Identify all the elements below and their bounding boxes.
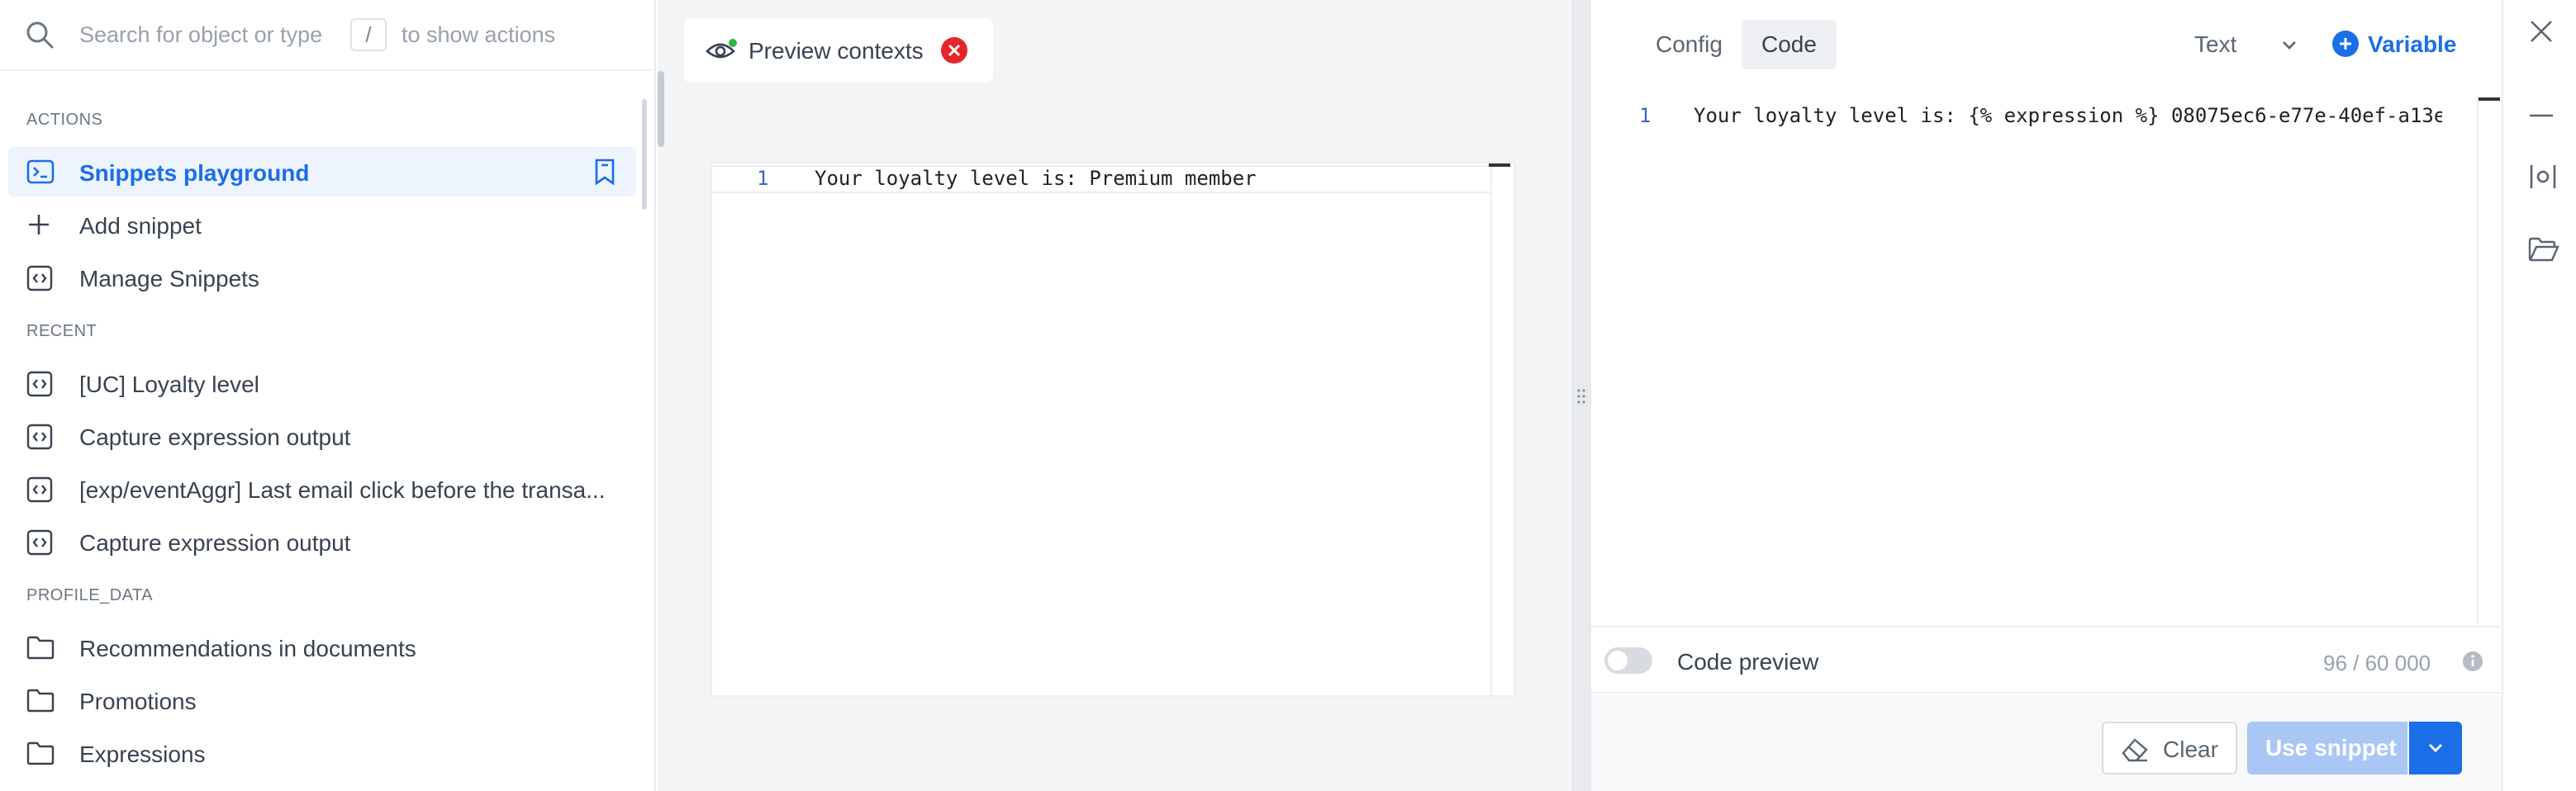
output-type-select[interactable]: Text — [2194, 31, 2296, 58]
folder-icon — [26, 688, 55, 713]
tab-config[interactable]: Config — [1636, 20, 1742, 69]
clear-contexts-icon[interactable] — [940, 36, 968, 64]
panel-resize-handle[interactable] — [1571, 0, 1591, 791]
info-icon[interactable] — [2462, 651, 2483, 672]
tab-code[interactable]: Code — [1742, 20, 1837, 69]
sidebar-item-label: Add snippet — [79, 213, 202, 239]
sidebar-scrollbar[interactable] — [642, 99, 647, 210]
code-preview-toggle[interactable] — [1604, 647, 1652, 674]
recent-item[interactable]: [exp/eventAggr] Last email click before … — [8, 464, 636, 514]
drag-handle-icon — [1577, 388, 1585, 405]
line-number: 1 — [757, 167, 769, 190]
editor-footer: Clear Use snippet — [1591, 695, 2502, 791]
recent-item[interactable]: Capture expression output — [8, 517, 636, 566]
clear-button[interactable]: Clear — [2102, 722, 2237, 774]
plus-circle-icon — [2331, 30, 2360, 58]
sidebar-item-manage-snippets[interactable]: Manage Snippets — [8, 253, 636, 302]
folder-item-label: Recommendations in documents — [79, 636, 416, 661]
section-label-recent: RECENT — [26, 322, 97, 340]
toggle-knob — [1608, 651, 1628, 670]
folder-item-label: Promotions — [79, 689, 197, 714]
recent-item-label: [UC] Loyalty level — [79, 372, 259, 397]
minimize-icon[interactable] — [2528, 102, 2555, 129]
use-snippet-label: Use snippet — [2265, 735, 2397, 760]
sidebar-item-label: Manage Snippets — [79, 266, 259, 291]
chevron-down-icon — [2280, 33, 2298, 56]
code-icon — [26, 529, 53, 556]
preview-output-editor[interactable]: 1 Your loyalty level is: Premium member — [711, 162, 1515, 697]
character-count: 96 / 60 000 — [2323, 651, 2431, 675]
recent-item-label: Capture expression output — [79, 424, 351, 450]
sidebar-item-label: Snippets playground — [79, 160, 310, 186]
code-icon — [26, 371, 53, 397]
window-toolbar — [2502, 0, 2576, 791]
sidebar-item-add-snippet[interactable]: Add snippet — [8, 200, 636, 249]
recent-item-label: Capture expression output — [79, 530, 351, 556]
eraser-icon — [2120, 737, 2150, 763]
close-icon[interactable] — [2528, 18, 2555, 45]
sidebar-item-snippets-playground[interactable]: Snippets playground — [8, 147, 636, 197]
section-label-profile-data: PROFILE_DATA — [26, 586, 154, 604]
scrollbar-cursor-marker — [1489, 163, 1510, 167]
preview-contexts-button[interactable]: Preview contexts — [684, 18, 993, 83]
search-placeholder-prefix: Search for object or type — [79, 22, 323, 47]
recent-item[interactable]: Capture expression output — [8, 411, 636, 461]
code-icon — [26, 265, 53, 291]
folder-item[interactable]: Expressions — [8, 728, 636, 778]
code-text[interactable]: Your loyalty level is: {% expression %} … — [1694, 104, 2442, 127]
snippets-sidebar: Search for object or type / to show acti… — [0, 0, 656, 791]
snippet-editor-panel: Config Code Text Variable 1 Your loyalty… — [1591, 0, 2502, 791]
search-placeholder-suffix: to show actions — [402, 22, 556, 47]
code-preview-row: Code preview 96 / 60 000 — [1591, 626, 2502, 694]
plus-icon — [26, 212, 51, 237]
code-editor-scrollbar[interactable] — [2477, 96, 2502, 624]
chevron-down-icon — [2426, 740, 2445, 756]
section-label-actions: ACTIONS — [26, 111, 103, 129]
preview-panel: Preview contexts 1 Your loyalty level is… — [658, 0, 1571, 791]
search-icon — [25, 20, 55, 50]
add-variable-label: Variable — [2368, 31, 2457, 57]
shortcut-key-badge: / — [350, 18, 387, 51]
output-type-value: Text — [2194, 31, 2237, 57]
code-preview-label: Code preview — [1677, 649, 1819, 675]
recent-item-label: [exp/eventAggr] Last email click before … — [79, 477, 606, 503]
preview-contexts-label: Preview contexts — [749, 38, 924, 64]
folder-item[interactable]: Promotions — [8, 675, 636, 725]
use-snippet-button[interactable]: Use snippet — [2247, 722, 2407, 774]
preview-editor-scrollbar[interactable] — [1490, 163, 1514, 695]
use-snippet-options-button[interactable] — [2409, 722, 2462, 774]
code-icon — [26, 424, 53, 450]
folder-icon — [26, 741, 55, 765]
scrollbar-cursor-marker — [2479, 97, 2500, 101]
code-icon — [26, 476, 53, 503]
search-bar[interactable]: Search for object or type / to show acti… — [0, 0, 654, 71]
clear-button-label: Clear — [2163, 737, 2218, 762]
folder-item[interactable]: Recommendations in documents — [8, 623, 636, 672]
line-number: 1 — [1639, 104, 1652, 127]
code-editor[interactable]: 1 Your loyalty level is: {% expression %… — [1591, 96, 2502, 624]
split-view-icon[interactable] — [2528, 162, 2558, 192]
recent-item[interactable]: [UC] Loyalty level — [8, 358, 636, 408]
folder-icon — [26, 635, 55, 660]
bookmark-icon[interactable] — [593, 158, 616, 186]
eye-icon — [706, 38, 739, 63]
preview-output-text: Your loyalty level is: Premium member — [815, 167, 1257, 190]
folder-open-icon[interactable] — [2528, 236, 2559, 263]
terminal-icon — [26, 159, 55, 184]
preview-scrollbar[interactable] — [658, 71, 664, 147]
folder-item-label: Expressions — [79, 741, 206, 767]
